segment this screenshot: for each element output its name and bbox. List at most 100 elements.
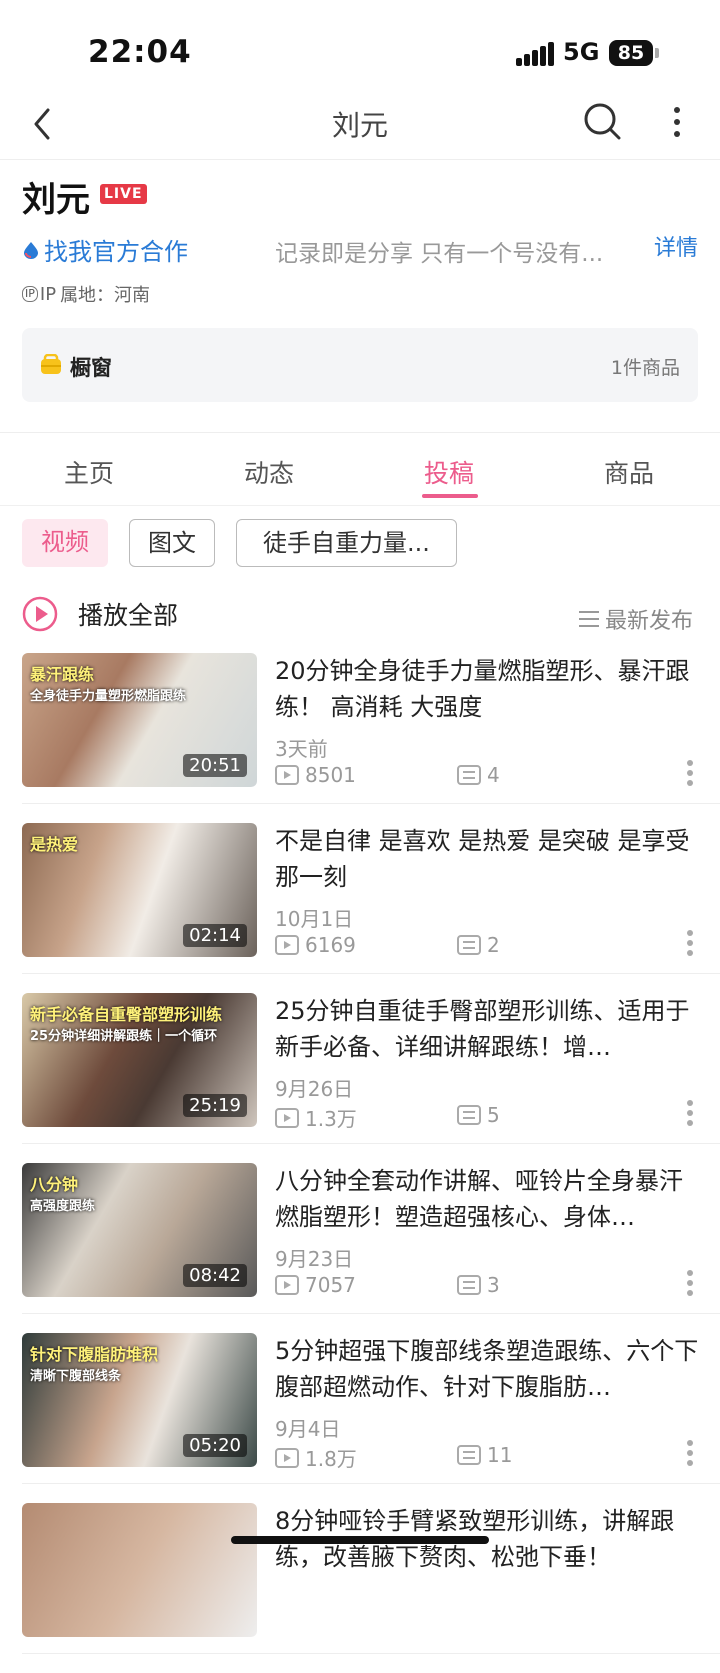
more-options-icon[interactable] xyxy=(686,759,694,787)
profile-tabs: 主页 动态 投稿 商品 xyxy=(0,436,720,506)
comment-icon xyxy=(457,765,481,785)
video-title[interactable]: 25分钟自重徒手臀部塑形训练、适用于新手必备、详细讲解跟练！增… xyxy=(275,993,700,1065)
video-comments-count: 2 xyxy=(487,933,500,957)
sort-icon xyxy=(579,611,599,627)
video-comments-count: 4 xyxy=(487,763,500,787)
video-comments: 3 xyxy=(457,1273,500,1297)
tab-home[interactable]: 主页 xyxy=(29,454,149,490)
item-separator xyxy=(22,1483,720,1484)
video-item[interactable]: 暴汗跟练 全身徒手力量塑形燃脂跟练 20:51 20分钟全身徒手力量燃脂塑形、暴… xyxy=(0,653,720,823)
video-views: 1.8万 xyxy=(275,1443,357,1472)
video-views-count: 6169 xyxy=(305,933,356,957)
tab-activity[interactable]: 动态 xyxy=(209,454,329,490)
video-views: 7057 xyxy=(275,1273,356,1297)
battery-icon: 85 xyxy=(609,40,653,66)
search-icon[interactable] xyxy=(582,101,622,141)
more-options-icon[interactable] xyxy=(686,1269,694,1297)
ip-location-text: 属地：河南 xyxy=(60,285,151,306)
video-views-count: 7057 xyxy=(305,1273,356,1297)
video-duration: 08:42 xyxy=(183,1264,247,1287)
play-count-icon xyxy=(275,1275,299,1295)
tab-products[interactable]: 商品 xyxy=(569,454,689,490)
item-separator xyxy=(22,1143,720,1144)
play-count-icon xyxy=(275,1107,299,1128)
video-thumbnail[interactable]: 是热爱 02:14 xyxy=(22,823,257,957)
tab-posts[interactable]: 投稿 xyxy=(389,454,509,490)
profile-name: 刘元 xyxy=(22,180,90,220)
video-item[interactable]: 8分钟哑铃手臂紧致塑形训练，讲解跟练，改善腋下赘肉、松弛下垂！ xyxy=(0,1503,720,1673)
play-all-button[interactable]: 播放全部 xyxy=(22,596,178,632)
video-item[interactable]: 八分钟 高强度跟练 08:42 八分钟全套动作讲解、哑铃片全身暴汗燃脂塑形！塑造… xyxy=(0,1163,720,1333)
thumbnail-caption-sub: 全身徒手力量塑形燃脂跟练 xyxy=(30,689,187,704)
video-views-count: 8501 xyxy=(305,763,356,787)
profile-bio: 记录即是分享 只有一个号没有... xyxy=(275,241,604,267)
play-count-icon xyxy=(275,935,299,955)
ip-text: IP xyxy=(39,283,57,305)
video-title[interactable]: 不是自律 是喜欢 是热爱 是突破 是享受那一刻 xyxy=(275,823,700,895)
video-thumbnail[interactable] xyxy=(22,1503,257,1637)
sort-label: 最新发布 xyxy=(605,609,694,634)
comment-icon xyxy=(457,1275,481,1295)
video-duration: 20:51 xyxy=(183,754,247,777)
video-comments-count: 5 xyxy=(487,1103,500,1127)
shop-bag-icon xyxy=(41,354,61,374)
more-options-icon[interactable] xyxy=(686,929,694,957)
video-date: 3天前 xyxy=(275,737,328,761)
video-item[interactable]: 新手必备自重臀部塑形训练 25分钟详细讲解跟练｜一个循环 25:19 25分钟自… xyxy=(0,993,720,1163)
video-item[interactable]: 是热爱 02:14 不是自律 是喜欢 是热爱 是突破 是享受那一刻 10月1日 … xyxy=(0,823,720,993)
video-thumbnail[interactable]: 新手必备自重臀部塑形训练 25分钟详细讲解跟练｜一个循环 25:19 xyxy=(22,993,257,1127)
video-title[interactable]: 20分钟全身徒手力量燃脂塑形、暴汗跟练！ 高消耗 大强度 xyxy=(275,653,700,725)
play-count-icon xyxy=(275,765,299,785)
thumbnail-caption-top: 是热爱 xyxy=(30,835,79,854)
chip-image-text[interactable]: 图文 xyxy=(129,519,215,567)
video-title[interactable]: 八分钟全套动作讲解、哑铃片全身暴汗燃脂塑形！塑造超强核心、身体… xyxy=(275,1163,700,1235)
cooperate-label: 找我官方合作 xyxy=(44,238,188,266)
video-comments: 5 xyxy=(457,1103,500,1127)
video-thumbnail[interactable]: 暴汗跟练 全身徒手力量塑形燃脂跟练 20:51 xyxy=(22,653,257,787)
video-views: 8501 xyxy=(275,763,356,787)
comment-icon xyxy=(457,935,481,955)
section-divider xyxy=(0,432,720,433)
cooperate-icon xyxy=(24,241,38,259)
thumbnail-caption-top: 八分钟 xyxy=(30,1175,79,1194)
thumbnail-caption-sub: 高强度跟练 xyxy=(30,1199,96,1214)
video-views: 1.3万 xyxy=(275,1103,357,1132)
video-title[interactable]: 5分钟超强下腹部线条塑造跟练、六个下腹部超燃动作、针对下腹脂肪… xyxy=(275,1333,700,1405)
video-thumbnail[interactable]: 八分钟 高强度跟练 08:42 xyxy=(22,1163,257,1297)
video-duration: 02:14 xyxy=(183,924,247,947)
battery-tip xyxy=(655,48,659,58)
more-options-icon[interactable] xyxy=(686,1099,694,1127)
video-date: 9月4日 xyxy=(275,1417,341,1441)
item-separator xyxy=(22,1313,720,1314)
video-views-count: 1.3万 xyxy=(305,1107,357,1131)
more-icon[interactable] xyxy=(670,104,684,140)
nav-bar: 刘元 xyxy=(0,88,720,160)
cooperate-link[interactable]: 找我官方合作 xyxy=(22,232,188,267)
thumbnail-caption-sub: 25分钟详细讲解跟练｜一个循环 xyxy=(30,1029,218,1044)
thumbnail-caption-top: 新手必备自重臀部塑形训练 xyxy=(30,1005,223,1024)
live-badge[interactable]: LIVE xyxy=(100,184,147,204)
video-thumbnail[interactable]: 针对下腹脂肪堆积 清晰下腹部线条 05:20 xyxy=(22,1333,257,1467)
video-views: 6169 xyxy=(275,933,356,957)
video-comments: 11 xyxy=(457,1443,512,1467)
thumbnail-caption-top: 暴汗跟练 xyxy=(30,665,95,684)
video-item[interactable]: 针对下腹脂肪堆积 清晰下腹部线条 05:20 5分钟超强下腹部线条塑造跟练、六个… xyxy=(0,1333,720,1503)
shop-window-count: 1件商品 xyxy=(610,357,680,379)
video-duration: 05:20 xyxy=(183,1434,247,1457)
comment-icon xyxy=(457,1445,481,1465)
shop-window[interactable]: 橱窗 1件商品 xyxy=(22,328,698,402)
video-views-count: 1.8万 xyxy=(305,1447,357,1471)
sort-button[interactable]: 最新发布 xyxy=(579,603,693,635)
chip-video[interactable]: 视频 xyxy=(22,519,108,567)
video-comments: 2 xyxy=(457,933,500,957)
network-type: 5G xyxy=(563,38,600,66)
tab-underline xyxy=(422,494,478,498)
video-comments-count: 11 xyxy=(487,1443,513,1467)
detail-link[interactable]: 详情 xyxy=(654,230,698,262)
more-options-icon[interactable] xyxy=(686,1439,694,1467)
home-indicator xyxy=(231,1536,489,1544)
item-separator xyxy=(22,803,720,804)
video-date: 9月23日 xyxy=(275,1247,354,1271)
chip-collection[interactable]: 徒手自重力量... xyxy=(236,519,457,567)
item-separator xyxy=(22,973,720,974)
